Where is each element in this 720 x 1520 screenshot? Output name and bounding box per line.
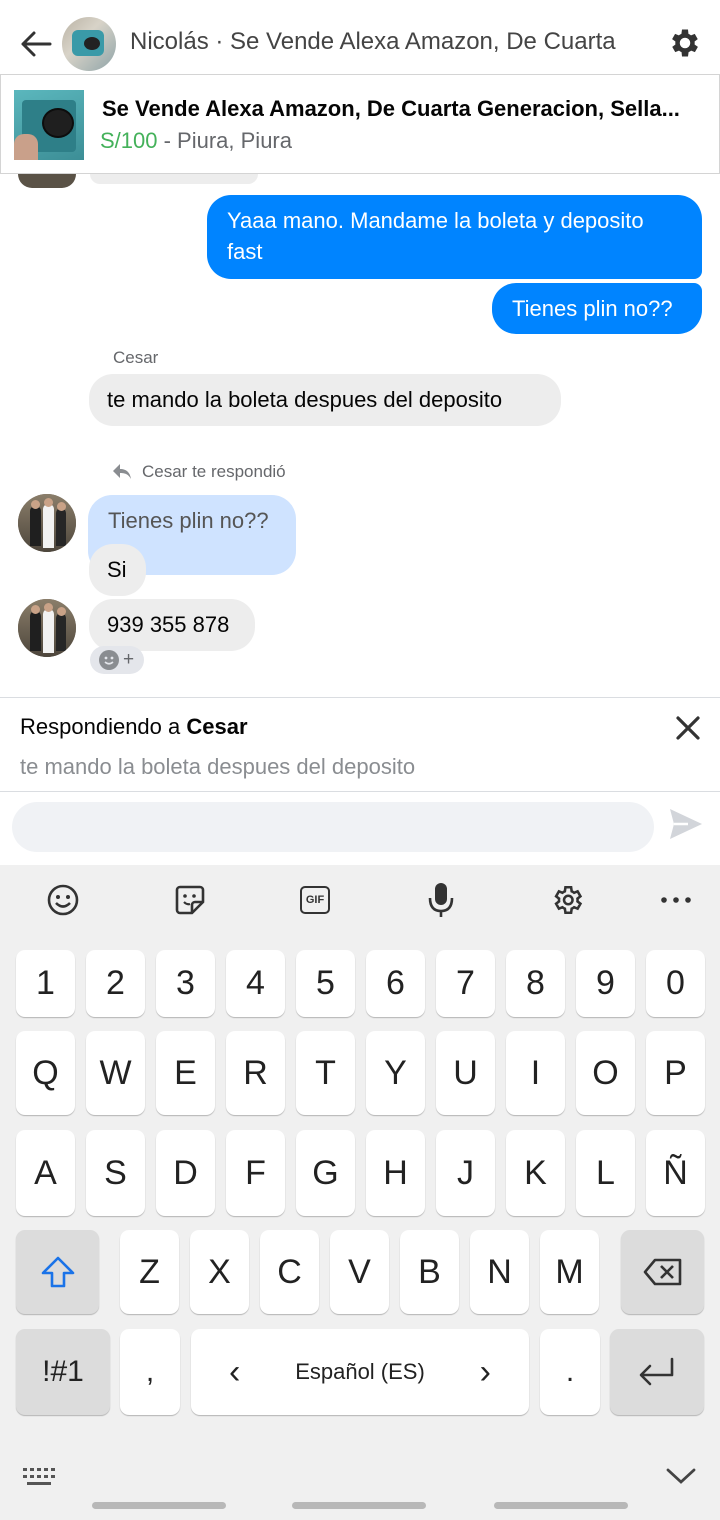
key-c[interactable]: C — [260, 1230, 319, 1314]
space-key[interactable]: ‹ Español (ES) › — [191, 1329, 529, 1415]
product-title: Se Vende Alexa Amazon, De Cuarta Generac… — [102, 96, 680, 121]
product-price-location: S/100 - Piura, Piura — [100, 128, 292, 154]
key-d[interactable]: D — [156, 1130, 215, 1216]
listing-avatar[interactable] — [62, 17, 116, 71]
outgoing-message[interactable]: Tienes plin no?? — [492, 283, 702, 334]
key-r[interactable]: R — [226, 1031, 285, 1115]
key-l[interactable]: L — [576, 1130, 635, 1216]
product-card[interactable] — [0, 74, 720, 174]
key-3[interactable]: 3 — [156, 950, 215, 1017]
backspace-icon — [643, 1258, 681, 1286]
key-ñ[interactable]: Ñ — [646, 1130, 705, 1216]
key-1[interactable]: 1 — [16, 950, 75, 1017]
key-9[interactable]: 9 — [576, 950, 635, 1017]
key-u[interactable]: U — [436, 1031, 495, 1115]
key-e[interactable]: E — [156, 1031, 215, 1115]
backspace-key[interactable] — [621, 1230, 704, 1314]
key-z[interactable]: Z — [120, 1230, 179, 1314]
key-w[interactable]: W — [86, 1031, 145, 1115]
key-n[interactable]: N — [470, 1230, 529, 1314]
key-v[interactable]: V — [330, 1230, 389, 1314]
period-key[interactable]: . — [540, 1329, 600, 1415]
avatar[interactable] — [18, 494, 76, 552]
key-6[interactable]: 6 — [366, 950, 425, 1017]
more-icon[interactable] — [646, 870, 706, 930]
back-arrow-icon[interactable] — [14, 22, 58, 66]
message-bubble-partial — [90, 174, 258, 184]
shift-key[interactable] — [16, 1230, 99, 1314]
key-k[interactable]: K — [506, 1130, 565, 1216]
message-input[interactable] — [12, 802, 654, 852]
nav-pill-right[interactable] — [494, 1502, 628, 1509]
chat-title[interactable]: Nicolás · Se Vende Alexa Amazon, De Cuar… — [130, 28, 630, 56]
key-j[interactable]: J — [436, 1130, 495, 1216]
shift-icon — [41, 1256, 74, 1288]
keyboard-settings-icon[interactable] — [537, 870, 597, 930]
key-g[interactable]: G — [296, 1130, 355, 1216]
key-8[interactable]: 8 — [506, 950, 565, 1017]
key-i[interactable]: I — [506, 1031, 565, 1115]
symbols-key[interactable]: !#1 — [16, 1329, 110, 1415]
key-s[interactable]: S — [86, 1130, 145, 1216]
product-price: S/100 — [100, 128, 158, 153]
reply-bar-name: Cesar — [186, 714, 248, 739]
reply-icon — [113, 464, 131, 479]
incoming-message[interactable]: 939 355 878 — [89, 599, 255, 651]
key-5[interactable]: 5 — [296, 950, 355, 1017]
chevron-left-icon: ‹ — [229, 1352, 241, 1391]
key-0[interactable]: 0 — [646, 950, 705, 1017]
product-location: - Piura, Piura — [157, 128, 292, 153]
sticker-icon[interactable] — [160, 870, 220, 930]
chevron-right-icon: › — [479, 1352, 491, 1391]
key-2[interactable]: 2 — [86, 950, 145, 1017]
reply-bar-quote: te mando la boleta despues del deposito — [20, 754, 416, 779]
avatar[interactable] — [18, 599, 76, 657]
gif-label: GIF — [300, 886, 330, 914]
enter-key[interactable] — [610, 1329, 704, 1415]
enter-icon — [639, 1357, 674, 1386]
emoji-icon[interactable] — [33, 870, 93, 930]
incoming-message[interactable]: te mando la boleta despues del deposito — [89, 374, 561, 426]
nav-pill-left[interactable] — [92, 1502, 226, 1509]
key-b[interactable]: B — [400, 1230, 459, 1314]
send-icon[interactable] — [664, 802, 708, 846]
nav-pill-center[interactable] — [292, 1502, 426, 1509]
smiley-icon — [99, 650, 119, 670]
key-4[interactable]: 4 — [226, 950, 285, 1017]
sender-name: Cesar — [113, 348, 159, 367]
avatar-partial — [18, 174, 76, 188]
key-o[interactable]: O — [576, 1031, 635, 1115]
reply-bar-title: Respondiendo a Cesar — [20, 714, 248, 740]
key-t[interactable]: T — [296, 1031, 355, 1115]
gif-icon[interactable]: GIF — [285, 870, 345, 930]
key-f[interactable]: F — [226, 1130, 285, 1216]
close-icon[interactable] — [672, 712, 704, 744]
add-reaction-button[interactable]: + — [90, 646, 144, 674]
key-7[interactable]: 7 — [436, 950, 495, 1017]
incoming-message[interactable]: Si — [89, 544, 146, 596]
plus-icon: + — [123, 649, 135, 670]
comma-key[interactable]: , — [120, 1329, 180, 1415]
key-p[interactable]: P — [646, 1031, 705, 1115]
key-m[interactable]: M — [540, 1230, 599, 1314]
key-y[interactable]: Y — [366, 1031, 425, 1115]
key-q[interactable]: Q — [16, 1031, 75, 1115]
space-key-label: Español (ES) — [295, 1359, 425, 1384]
reply-note: Cesar te respondió — [112, 462, 286, 482]
chevron-down-icon[interactable] — [664, 1464, 698, 1488]
reply-note-text: Cesar te respondió — [142, 462, 286, 481]
key-a[interactable]: A — [16, 1130, 75, 1216]
key-h[interactable]: H — [366, 1130, 425, 1216]
outgoing-message[interactable]: Yaaa mano. Mandame la boleta y deposito … — [207, 195, 702, 279]
messenger-chat-screen: { "header": { "title": "Nicolás · Se Ven… — [0, 0, 720, 1520]
reply-bar-prefix: Respondiendo a — [20, 714, 187, 739]
keyboard-grid-icon[interactable] — [22, 1466, 58, 1488]
microphone-icon[interactable] — [411, 870, 471, 930]
key-x[interactable]: X — [190, 1230, 249, 1314]
product-image — [14, 90, 84, 160]
gear-icon[interactable] — [662, 20, 708, 66]
